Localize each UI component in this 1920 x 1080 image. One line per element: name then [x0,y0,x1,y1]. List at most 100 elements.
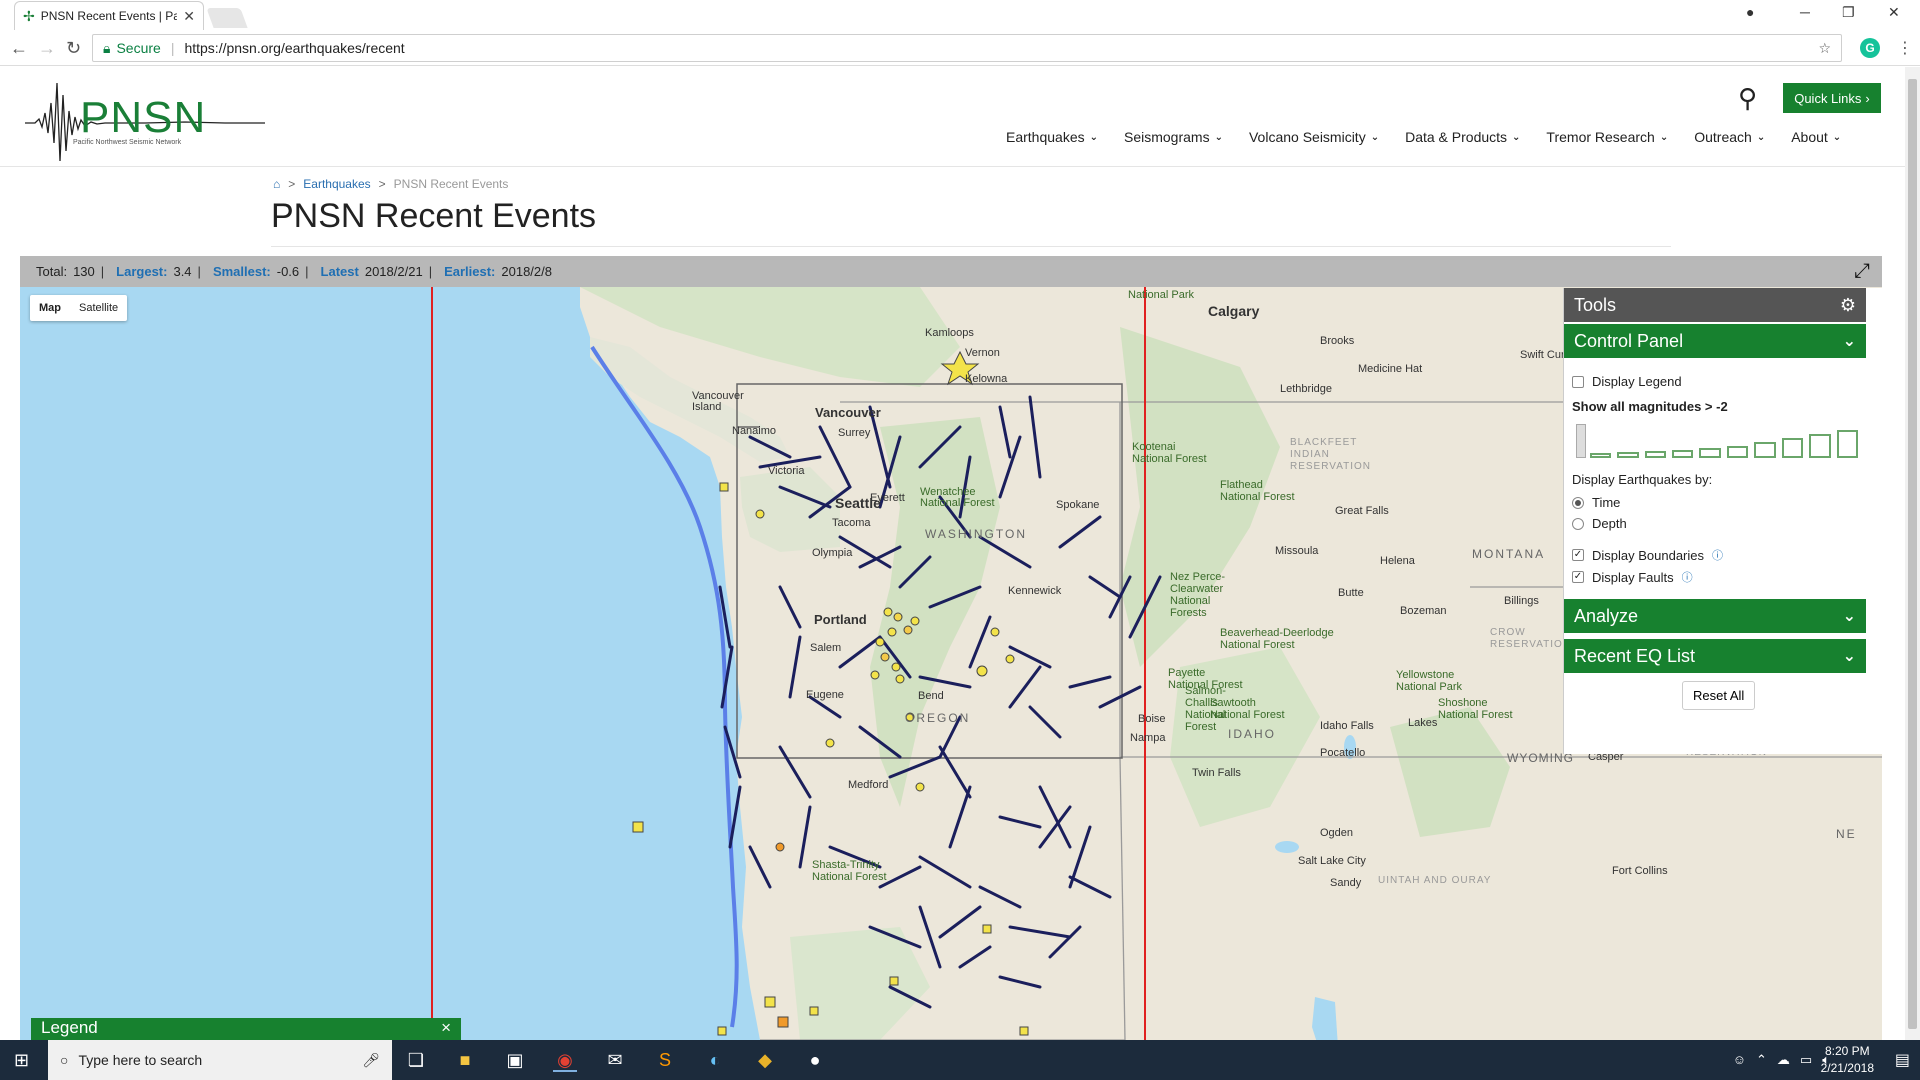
nav-tremor-research[interactable]: Tremor Research ⌄ [1546,129,1668,145]
new-tab-button[interactable] [206,8,248,28]
breadcrumb-earthquakes-link[interactable]: Earthquakes [303,177,370,191]
display-faults-option[interactable]: ✓ Display Faults ⓘ [1572,569,1858,585]
magnitude-step[interactable] [1726,446,1749,458]
onedrive-icon[interactable]: ☁ [1777,1052,1790,1068]
total-label: Total: [36,264,68,279]
task-view-icon[interactable]: ❏ [404,1048,428,1072]
control-panel-header[interactable]: Control Panel ⌄ [1564,324,1866,358]
slider-handle[interactable] [1576,424,1586,458]
display-boundaries-option[interactable]: ✓ Display Boundaries ⓘ [1572,547,1858,563]
display-legend-checkbox[interactable] [1572,375,1584,388]
map-type-satellite-button[interactable]: Satellite [70,295,127,321]
clock-date: 2/21/2018 [1820,1061,1874,1075]
nav-about[interactable]: About ⌄ [1791,129,1841,145]
nav-volcano-seismicity[interactable]: Volcano Seismicity ⌄ [1249,129,1379,145]
github-icon[interactable]: ● [803,1048,827,1072]
reset-all-button[interactable]: Reset All [1682,681,1756,710]
people-icon[interactable]: ☺ [1733,1052,1746,1068]
nav-label: Data & Products [1405,129,1508,145]
taskbar-search-field[interactable]: ○ Type here to search 🎤︎ [48,1040,392,1080]
back-icon[interactable]: ← [10,38,28,59]
store-icon[interactable]: ▣ [503,1048,527,1072]
largest-label: Largest: [116,264,168,279]
analyze-header[interactable]: Analyze ⌄ [1564,599,1866,633]
search-icon[interactable]: ⚲ [1738,83,1757,114]
forward-icon[interactable]: → [38,38,56,59]
pnsn-logo[interactable]: PNSN Pacific Northwest Seismic Network [25,73,265,168]
nav-earthquakes[interactable]: Earthquakes ⌄ [1006,129,1098,145]
latest-value: 2018/2/21 [364,264,423,279]
analyze-title: Analyze [1574,605,1639,626]
cortana-icon: ○ [60,1052,69,1068]
chevron-down-icon: ⌄ [1370,131,1380,143]
network-icon[interactable]: ▭ [1800,1052,1812,1068]
magnitude-step[interactable] [1672,450,1694,458]
browser-tab[interactable]: ✢ PNSN Recent Events | Pa ✕ [14,1,204,30]
magnitude-step[interactable] [1589,453,1612,458]
minimize-icon[interactable]: ─ [1800,4,1810,20]
grammarly-extension-icon[interactable]: G [1860,38,1880,58]
time-radio[interactable] [1572,496,1584,509]
close-window-icon[interactable]: ✕ [1888,4,1900,21]
quick-links-button[interactable]: Quick Links › [1783,83,1881,113]
sublime-text-icon[interactable]: S [653,1048,677,1072]
display-legend-option[interactable]: Display Legend [1572,374,1858,389]
magnitude-step[interactable] [1617,452,1639,458]
git-icon[interactable]: ◆ [753,1048,777,1072]
close-icon[interactable]: × [441,1018,451,1040]
lake [1275,841,1299,853]
url-field[interactable]: 🔒︎ Secure | https://pnsn.org/earthquakes… [92,34,1842,62]
fullscreen-icon[interactable]: ⤢ [1854,260,1870,283]
magnitude-step[interactable] [1754,442,1776,458]
mail-icon[interactable]: ✉ [603,1048,627,1072]
close-tab-icon[interactable]: ✕ [183,8,195,25]
page-title: PNSN Recent Events [271,197,597,235]
chevron-down-icon: ⌄ [1512,131,1521,143]
info-icon[interactable]: ⓘ [1682,569,1693,585]
home-icon[interactable]: ⌂ [273,177,280,191]
magnitude-step[interactable] [1781,438,1804,458]
earliest-label: Earliest: [444,264,496,279]
depth-radio[interactable] [1572,517,1584,530]
microphone-icon[interactable]: 🎤︎ [362,1052,380,1069]
pnsn-favicon-icon: ✢ [23,7,35,24]
nav-outreach[interactable]: Outreach ⌄ [1694,129,1765,145]
file-explorer-icon[interactable]: ■ [453,1048,477,1072]
map-type-map-button[interactable]: Map [30,295,70,321]
smallest-label: Smallest: [212,264,271,279]
chevron-up-icon[interactable]: ⌃ [1756,1052,1767,1068]
magnitude-step[interactable] [1699,448,1721,458]
control-panel-title: Control Panel [1574,330,1684,351]
system-clock[interactable]: 8:20 PM 2/21/2018 [1821,1043,1874,1077]
tools-panel: Tools ⚙ Control Panel ⌄ Display Legend S… [1563,288,1883,754]
recent-eq-list-header[interactable]: Recent EQ List ⌄ [1564,639,1866,673]
windows-start-icon[interactable]: ⊞ [14,1050,29,1071]
bookmark-star-icon[interactable]: ☆ [1818,40,1831,57]
nav-label: Tremor Research [1546,129,1655,145]
gears-icon[interactable]: ⚙ [1840,295,1856,316]
profile-icon[interactable]: ● [1746,4,1754,20]
reload-icon[interactable]: ↻ [66,38,81,59]
info-icon[interactable]: ⓘ [1712,547,1723,563]
display-by-time-option[interactable]: Time [1572,495,1858,510]
magnitude-step[interactable] [1809,434,1831,458]
scrollbar-thumb[interactable] [1908,79,1917,1029]
display-faults-checkbox[interactable]: ✓ [1572,571,1584,583]
display-by-label: Display Earthquakes by: [1572,472,1713,487]
chrome-icon[interactable]: ◉ [553,1048,577,1072]
action-center-icon[interactable]: ▤ [1895,1050,1910,1070]
steam-icon[interactable]: ◐ [703,1048,727,1072]
chevron-down-icon: ⌄ [1756,131,1766,143]
nav-data-products[interactable]: Data & Products ⌄ [1405,129,1520,145]
magnitude-step[interactable] [1644,451,1667,458]
browser-menu-icon[interactable]: ⋮ [1897,38,1913,58]
magnitude-slider[interactable] [1572,422,1858,458]
display-by-depth-option[interactable]: Depth [1572,516,1858,531]
page-scrollbar[interactable] [1905,67,1920,1040]
maximize-icon[interactable]: ❐ [1842,4,1855,21]
magnitude-step[interactable] [1836,430,1858,458]
legend-title: Legend [41,1018,98,1037]
nav-seismograms[interactable]: Seismograms ⌄ [1124,129,1223,145]
display-boundaries-checkbox[interactable]: ✓ [1572,549,1584,561]
legend-panel[interactable]: Legend × [31,1018,461,1040]
